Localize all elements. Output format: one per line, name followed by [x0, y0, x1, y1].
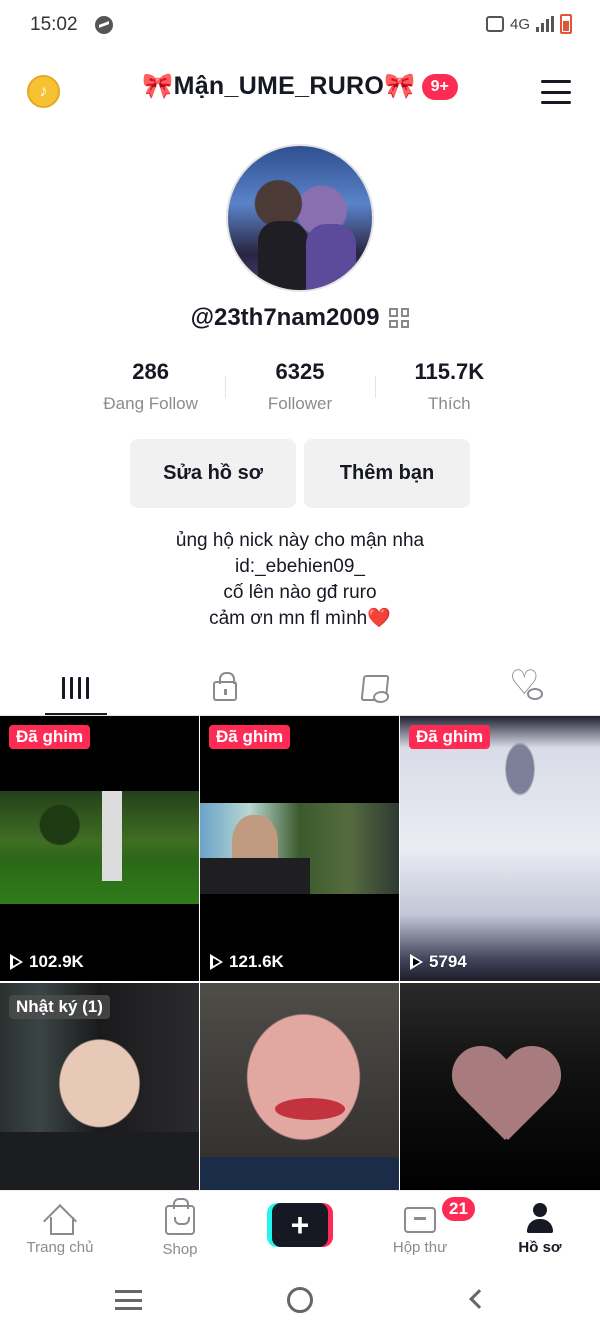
- menu-icon[interactable]: [541, 80, 571, 104]
- nav-label: Hồ sơ: [518, 1239, 562, 1256]
- stat-label: Follower: [267, 394, 333, 413]
- video-thumbnail[interactable]: [200, 983, 399, 1190]
- battery-icon: [560, 14, 572, 34]
- video-thumbnail[interactable]: [400, 983, 600, 1190]
- status-time: 15:02: [30, 14, 78, 35]
- nav-label: Trang chủ: [26, 1239, 94, 1256]
- play-icon: [410, 954, 423, 970]
- nav-shop[interactable]: Shop: [120, 1191, 240, 1266]
- add-friend-button[interactable]: Thêm bạn: [304, 439, 470, 508]
- stat-value: 115.7K: [414, 359, 485, 384]
- inbox-badge: 21: [440, 1195, 477, 1223]
- tab-videos[interactable]: [0, 660, 150, 715]
- avatar[interactable]: [226, 144, 374, 292]
- stat-followers[interactable]: 6325 Follower: [225, 356, 374, 422]
- view-count: 121.6K: [210, 952, 284, 972]
- profile-stats: 286 Đang Follow 6325 Follower 115.7K Thí…: [76, 356, 524, 422]
- nav-label: Shop: [162, 1241, 198, 1258]
- video-thumbnail[interactable]: Nhật ký (1): [0, 983, 199, 1190]
- content-tabs: [0, 660, 600, 715]
- video-thumbnail[interactable]: Đã ghim 5794: [400, 716, 600, 981]
- back-icon[interactable]: [469, 1289, 489, 1309]
- video-grid: Đã ghim 102.9K Đã ghim 121.6K Đã ghim 57…: [0, 716, 600, 1190]
- plus-icon: +: [272, 1203, 328, 1247]
- inbox-icon: [404, 1207, 436, 1233]
- view-count-value: 121.6K: [229, 952, 284, 971]
- home-icon: [44, 1203, 76, 1235]
- thumbnail-image: [200, 803, 399, 894]
- qr-code-icon[interactable]: [389, 308, 410, 328]
- profile-title[interactable]: 🎀Mận_UME_RURO🎀: [142, 72, 415, 101]
- network-type: 4G: [509, 15, 530, 33]
- recents-icon[interactable]: [115, 1290, 142, 1310]
- video-thumbnail[interactable]: Đã ghim 102.9K: [0, 716, 199, 981]
- nav-create[interactable]: +: [240, 1191, 360, 1266]
- status-icons: 4G: [485, 14, 572, 34]
- handle-row: @23th7nam2009: [0, 304, 600, 332]
- thumbnail-image: [400, 716, 600, 981]
- bio-line: cố lên nào gđ ruro: [223, 582, 377, 603]
- pinned-badge: Đã ghim: [409, 725, 491, 749]
- home-circle-icon[interactable]: [287, 1287, 313, 1313]
- view-count-value: 102.9K: [29, 952, 84, 971]
- tab-saved[interactable]: [300, 660, 450, 715]
- grid-icon: [61, 676, 89, 699]
- lock-icon: [213, 671, 237, 701]
- tab-private[interactable]: [150, 660, 300, 715]
- stat-value: 286: [132, 359, 170, 384]
- pinned-badge: Đã ghim: [9, 725, 91, 749]
- status-bar: 15:02 4G: [0, 0, 600, 52]
- play-icon: [10, 954, 23, 970]
- heart-hidden-icon: [509, 666, 543, 700]
- profile-header: ♪ 🎀Mận_UME_RURO🎀 9+: [0, 62, 600, 120]
- stat-label: Thích: [428, 394, 471, 413]
- title-row: 🎀Mận_UME_RURO🎀 9+: [0, 72, 600, 101]
- edit-profile-button[interactable]: Sửa hồ sơ: [130, 439, 296, 508]
- heart-image: [450, 1048, 560, 1148]
- messenger-icon: [95, 16, 113, 34]
- bio-line: cảm ơn mn fl mình❤️: [209, 608, 391, 629]
- bookmark-hidden-icon: [360, 674, 390, 701]
- stat-value: 6325: [275, 359, 325, 384]
- nav-inbox[interactable]: 21 Hộp thư: [360, 1191, 480, 1266]
- diary-badge: Nhật ký (1): [9, 995, 110, 1019]
- bio-line: id:_ebehien09_: [235, 556, 365, 577]
- stat-likes[interactable]: 115.7K Thích: [374, 356, 524, 422]
- system-nav-bar: [0, 1266, 600, 1333]
- thumbnail-image: [200, 983, 399, 1190]
- video-thumbnail[interactable]: Đã ghim 121.6K: [200, 716, 399, 981]
- stat-following[interactable]: 286 Đang Follow: [76, 356, 225, 422]
- view-count: 5794: [410, 952, 467, 972]
- profile-actions: Sửa hồ sơ Thêm bạn: [130, 439, 470, 508]
- stat-label: Đang Follow: [103, 394, 198, 413]
- nav-home[interactable]: Trang chủ: [0, 1191, 120, 1266]
- profile-bio: ủng hộ nick này cho mận nha id:_ebehien0…: [0, 528, 600, 632]
- nav-label: Hộp thư: [392, 1239, 448, 1256]
- nav-profile[interactable]: Hồ sơ: [480, 1191, 600, 1266]
- profile-icon: [525, 1203, 555, 1233]
- tab-liked[interactable]: [450, 660, 600, 715]
- username-handle: @23th7nam2009: [190, 304, 380, 331]
- signal-icon: [536, 16, 554, 32]
- view-count: 102.9K: [10, 952, 84, 972]
- bottom-nav: Trang chủ Shop + 21 Hộp thư Hồ sơ: [0, 1190, 600, 1266]
- view-count-value: 5794: [429, 952, 467, 971]
- thumbnail-image: [0, 791, 199, 904]
- notification-badge: 9+: [421, 73, 458, 100]
- play-icon: [210, 954, 223, 970]
- create-button[interactable]: +: [267, 1203, 333, 1247]
- bio-line: ủng hộ nick này cho mận nha: [175, 530, 425, 551]
- vibrate-icon: [485, 16, 504, 32]
- pinned-badge: Đã ghim: [209, 725, 291, 749]
- shop-icon: [165, 1198, 195, 1235]
